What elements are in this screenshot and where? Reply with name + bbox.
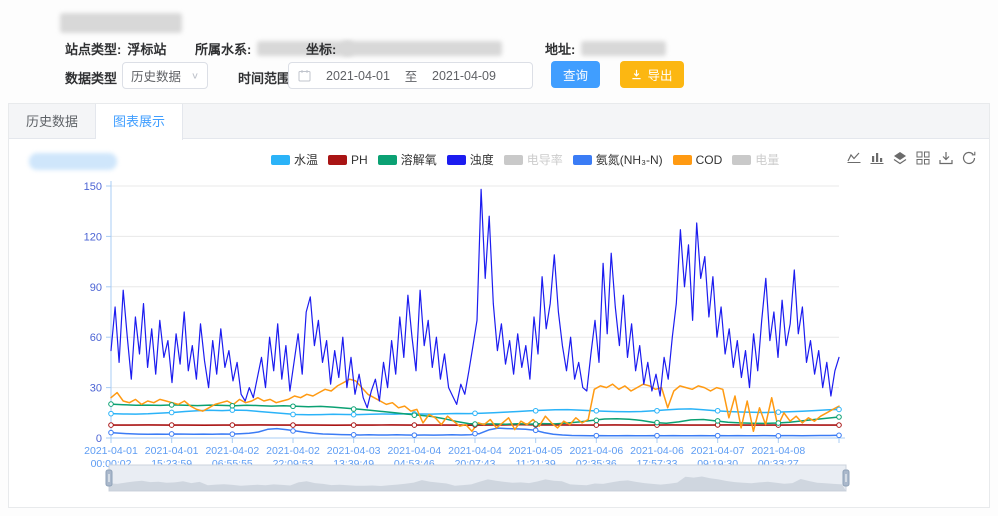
tab-bar: 历史数据 图表展示 [9, 104, 989, 139]
station-type-value: 浮标站 [127, 39, 166, 58]
legend-swatch [447, 155, 466, 165]
line-chart-icon[interactable] [846, 150, 862, 166]
query-controls-row: 数据类型 历史数据 ∨ 时间范围 2021-04-01 至 2021-04-09… [0, 61, 998, 89]
chart-legend: 水温 PH 溶解氧 浊度 电导率 氨氮(NH₃-N) COD 电量 [271, 151, 779, 168]
svg-text:2021-04-01: 2021-04-01 [84, 445, 138, 457]
data-type-label: 数据类型 [65, 68, 117, 87]
legend-swatch [504, 155, 523, 165]
legend-swatch [328, 155, 347, 165]
download-icon [631, 69, 642, 80]
station-type-field: 站点类型: 浮标站 [65, 39, 166, 58]
legend-item-6[interactable]: 氨氮(NH₃-N) [573, 151, 663, 168]
export-button-label: 导出 [647, 65, 672, 84]
svg-text:2021-04-01: 2021-04-01 [145, 445, 199, 457]
chart-area[interactable]: 03060901201502021-04-0100:00:022021-04-0… [9, 173, 989, 509]
data-type-select[interactable]: 历史数据 ∨ [122, 62, 208, 89]
coordinates-label: 坐标: [306, 39, 336, 58]
query-button[interactable]: 查询 [551, 61, 600, 88]
legend-label: 电导率 [527, 151, 563, 168]
legend-label: 水温 [294, 151, 318, 168]
water-station-history-page: 站点类型: 浮标站 所属水系: 坐标: 地址: 数据类型 历史数据 ∨ 时间范围… [0, 0, 998, 516]
svg-text:2021-04-08: 2021-04-08 [751, 445, 805, 457]
svg-text:90: 90 [90, 282, 102, 294]
address-value-redacted [581, 41, 666, 56]
coordinates-field: 坐标: [306, 39, 502, 58]
data-type-selected-value: 历史数据 [131, 66, 181, 85]
legend-item-4[interactable]: 浊度 [447, 151, 494, 168]
svg-text:2021-04-02: 2021-04-02 [266, 445, 320, 457]
end-date-input[interactable]: 2021-04-09 [425, 69, 503, 83]
tiled-icon[interactable] [915, 150, 931, 166]
legend-item-8[interactable]: 电量 [732, 151, 779, 168]
start-date-input[interactable]: 2021-04-01 [319, 69, 397, 83]
svg-text:150: 150 [84, 181, 102, 193]
legend-item-1[interactable]: 水温 [271, 151, 318, 168]
svg-text:2021-04-02: 2021-04-02 [205, 445, 259, 457]
coordinates-value-redacted [342, 41, 502, 56]
export-button[interactable]: 导出 [620, 61, 684, 88]
station-name-redacted [60, 13, 182, 33]
svg-text:2021-04-07: 2021-04-07 [691, 445, 745, 457]
legend-label: 浊度 [470, 151, 494, 168]
svg-text:0: 0 [96, 433, 102, 445]
legend-swatch [573, 155, 592, 165]
save-image-icon[interactable] [938, 150, 954, 166]
tab-chart-display[interactable]: 图表展示 [96, 104, 183, 140]
legend-item-5[interactable]: 电导率 [504, 151, 563, 168]
svg-text:120: 120 [84, 231, 102, 243]
history-line-chart[interactable]: 03060901201502021-04-0100:00:022021-04-0… [9, 173, 989, 509]
bar-chart-icon[interactable] [869, 150, 885, 166]
content-card: 历史数据 图表展示 水温 PH 溶解氧 浊度 电导率 氨氮(NH₃-N) COD 电量 [8, 103, 990, 508]
address-label: 地址: [545, 39, 575, 58]
address-field: 地址: [545, 39, 666, 58]
tab-history-data[interactable]: 历史数据 [9, 104, 96, 139]
legend-label: COD [696, 153, 723, 167]
legend-label: 电量 [755, 151, 779, 168]
station-info-row: 站点类型: 浮标站 所属水系: 坐标: 地址: [0, 39, 998, 57]
legend-item-7[interactable]: COD [673, 153, 723, 167]
water-system-label: 所属水系: [195, 39, 251, 58]
legend-swatch [378, 155, 397, 165]
calendar-icon [298, 69, 311, 82]
chart-toolbox [846, 150, 977, 166]
time-range-label: 时间范围 [238, 68, 290, 87]
legend-swatch [271, 155, 290, 165]
station-type-label: 站点类型: [65, 39, 121, 58]
svg-text:2021-04-03: 2021-04-03 [327, 445, 381, 457]
date-range-picker[interactable]: 2021-04-01 至 2021-04-09 [288, 62, 533, 89]
stack-icon[interactable] [892, 150, 908, 166]
legend-swatch [673, 155, 692, 165]
restore-icon[interactable] [961, 150, 977, 166]
svg-text:2021-04-06: 2021-04-06 [630, 445, 684, 457]
legend-item-3[interactable]: 溶解氧 [378, 151, 437, 168]
legend-label: 氨氮(NH₃-N) [596, 151, 663, 168]
svg-text:30: 30 [90, 383, 102, 395]
legend-item-2[interactable]: PH [328, 153, 368, 167]
legend-swatch [732, 155, 751, 165]
chevron-down-icon: ∨ [191, 70, 199, 80]
chart-title-redacted [29, 153, 117, 170]
svg-text:2021-04-04: 2021-04-04 [448, 445, 502, 457]
svg-text:2021-04-04: 2021-04-04 [387, 445, 441, 457]
svg-text:2021-04-05: 2021-04-05 [509, 445, 563, 457]
date-range-separator: 至 [397, 66, 425, 85]
svg-text:60: 60 [90, 332, 102, 344]
legend-label: 溶解氧 [401, 151, 437, 168]
legend-label: PH [351, 153, 368, 167]
svg-text:2021-04-06: 2021-04-06 [569, 445, 623, 457]
